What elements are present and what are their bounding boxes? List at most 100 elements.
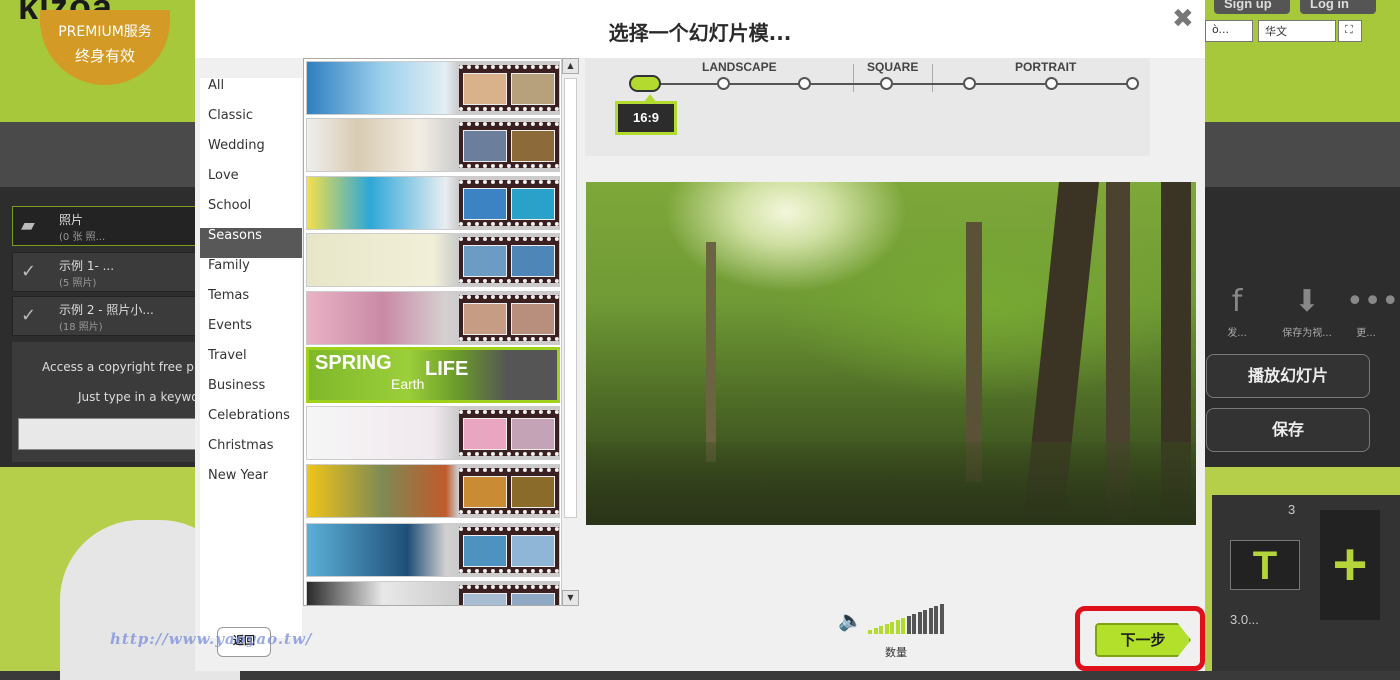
template-thumbnail[interactable]: [306, 464, 560, 518]
volume-bar: [895, 620, 900, 634]
facebook-icon: f: [1231, 284, 1243, 319]
play-slideshow-button[interactable]: 播放幻灯片: [1206, 354, 1370, 398]
ratio-divider: [853, 64, 854, 92]
timeline-duration: 3.0...: [1230, 612, 1259, 627]
photo-search-input[interactable]: [18, 418, 196, 450]
sidebar-item-sub: (18 照片): [59, 322, 103, 333]
dropdown-select[interactable]: ò...: [1205, 20, 1253, 42]
photo-stack-icon: ▰: [21, 215, 35, 236]
scrollbar-thumb[interactable]: [564, 78, 577, 518]
next-button[interactable]: 下一步: [1095, 623, 1191, 657]
volume-bar: [868, 630, 872, 634]
category-item[interactable]: Travel: [200, 348, 302, 378]
share-label: 发...: [1227, 328, 1247, 339]
text-slide-icon[interactable]: T: [1230, 540, 1300, 590]
download-icon: ⬇: [1294, 284, 1320, 319]
more-dots-icon: •••: [1346, 284, 1400, 319]
ratio-group-square: SQUARE: [867, 60, 919, 74]
ratio-value-badge: 16:9: [615, 94, 677, 135]
check-album-icon: ✓: [21, 305, 37, 326]
ratio-slider-handle[interactable]: [629, 75, 661, 92]
category-item[interactable]: New Year: [200, 468, 302, 498]
volume-bar: [879, 626, 883, 634]
close-icon[interactable]: ✖: [1172, 4, 1194, 34]
thumb-word-spring: SPRING: [315, 352, 392, 374]
category-item[interactable]: Classic: [200, 108, 302, 138]
thumb-word-earth: Earth: [391, 376, 425, 392]
sidebar-item-label: 示例 2 - 照片小...: [59, 303, 154, 317]
category-item[interactable]: Christmas: [200, 438, 302, 468]
language-select[interactable]: 华文: [1258, 20, 1336, 42]
template-thumbnail[interactable]: [306, 176, 560, 230]
sidebar-item-sub: (5 照片): [59, 278, 97, 289]
dialog-header: 选择一个幻灯片模... ✖: [195, 0, 1205, 58]
sidebar-item-example-2[interactable]: ✓ 示例 2 - 照片小... (18 照片): [12, 296, 197, 336]
volume-bar: [873, 628, 878, 634]
template-dialog: 选择一个幻灯片模... ✖ All Classic Wedding Love Schoo…: [195, 0, 1205, 671]
access-text-1: Access a copyright free pho: [42, 360, 197, 374]
template-thumbnail[interactable]: [306, 233, 560, 287]
template-preview-image: [586, 182, 1196, 525]
category-item[interactable]: Family: [200, 258, 302, 288]
volume-bar: [934, 606, 938, 634]
share-actions: f 发... ⬇ 保存为视... ••• 更...: [1210, 280, 1400, 350]
category-item[interactable]: Wedding: [200, 138, 302, 168]
more-button[interactable]: ••• 更...: [1346, 280, 1400, 342]
category-item[interactable]: Events: [200, 318, 302, 348]
watermark-text: http://www.yaoyao.tw/: [110, 630, 313, 648]
thumbnail-scrollbar[interactable]: ▲ ▼: [561, 58, 579, 606]
ratio-stop[interactable]: [880, 77, 893, 90]
volume-bar: [923, 610, 927, 634]
ratio-stop[interactable]: [1045, 77, 1058, 90]
signup-button[interactable]: Sign up: [1214, 0, 1290, 14]
ratio-stop[interactable]: [963, 77, 976, 90]
check-album-icon: ✓: [21, 261, 37, 282]
scroll-down-icon[interactable]: ▼: [562, 590, 579, 606]
next-button-highlight: 下一步: [1075, 606, 1205, 671]
sidebar-item-label: 照片: [59, 213, 84, 227]
dialog-title: 选择一个幻灯片模...: [608, 21, 792, 45]
category-item[interactable]: Temas: [200, 288, 302, 318]
volume-bar: [890, 622, 894, 634]
forest-floor: [586, 442, 1196, 525]
template-thumbnail[interactable]: [306, 406, 560, 460]
scroll-up-icon[interactable]: ▲: [562, 58, 579, 74]
category-list: All Classic Wedding Love School Seasons Family…: [200, 78, 302, 638]
template-thumbnail[interactable]: [306, 61, 560, 115]
ratio-stop[interactable]: [717, 77, 730, 90]
category-item[interactable]: School: [200, 198, 302, 228]
facebook-share-button[interactable]: f 发...: [1212, 280, 1262, 342]
save-button[interactable]: 保存: [1206, 408, 1370, 452]
login-button[interactable]: Log in: [1300, 0, 1376, 14]
ratio-divider: [932, 64, 933, 92]
volume-bar: [884, 624, 889, 634]
template-thumbnail[interactable]: [306, 523, 560, 577]
ratio-group-portrait: PORTRAIT: [1015, 60, 1077, 74]
template-thumbnail-selected[interactable]: SPRING Earth LIFE: [306, 347, 560, 403]
save-video-button[interactable]: ⬇ 保存为视...: [1276, 280, 1338, 342]
category-item[interactable]: Seasons: [200, 228, 302, 258]
template-thumbnail[interactable]: [306, 291, 560, 345]
volume-slider[interactable]: [868, 604, 946, 634]
template-thumbnail[interactable]: [306, 118, 560, 172]
premium-line-1: PREMIUM服务: [58, 24, 152, 40]
speaker-icon[interactable]: 🔈: [838, 608, 866, 632]
sidebar-item-example-1[interactable]: ✓ 示例 1- ... (5 照片): [12, 252, 197, 292]
ratio-group-landscape: LANDSCAPE: [702, 60, 777, 74]
ratio-stop[interactable]: [1126, 77, 1139, 90]
aspect-ratio-selector: LANDSCAPE SQUARE PORTRAIT 16:9: [585, 58, 1150, 156]
category-item[interactable]: Business: [200, 378, 302, 408]
add-slide-icon[interactable]: +: [1320, 510, 1380, 620]
category-item[interactable]: Celebrations: [200, 408, 302, 438]
category-item[interactable]: All: [200, 78, 302, 108]
fullscreen-icon[interactable]: ⛶: [1338, 20, 1362, 42]
volume-bar: [901, 618, 905, 634]
category-item[interactable]: Love: [200, 168, 302, 198]
sidebar-item-photos[interactable]: ▰ 照片 (0 张 照...: [12, 206, 197, 246]
volume-bar: [917, 612, 922, 634]
template-thumbnail[interactable]: [306, 581, 560, 605]
ratio-stop[interactable]: [798, 77, 811, 90]
thumb-word-life: LIFE: [425, 358, 469, 380]
template-thumbnail-list: SPRING Earth LIFE: [303, 58, 579, 606]
volume-bar: [939, 604, 944, 634]
